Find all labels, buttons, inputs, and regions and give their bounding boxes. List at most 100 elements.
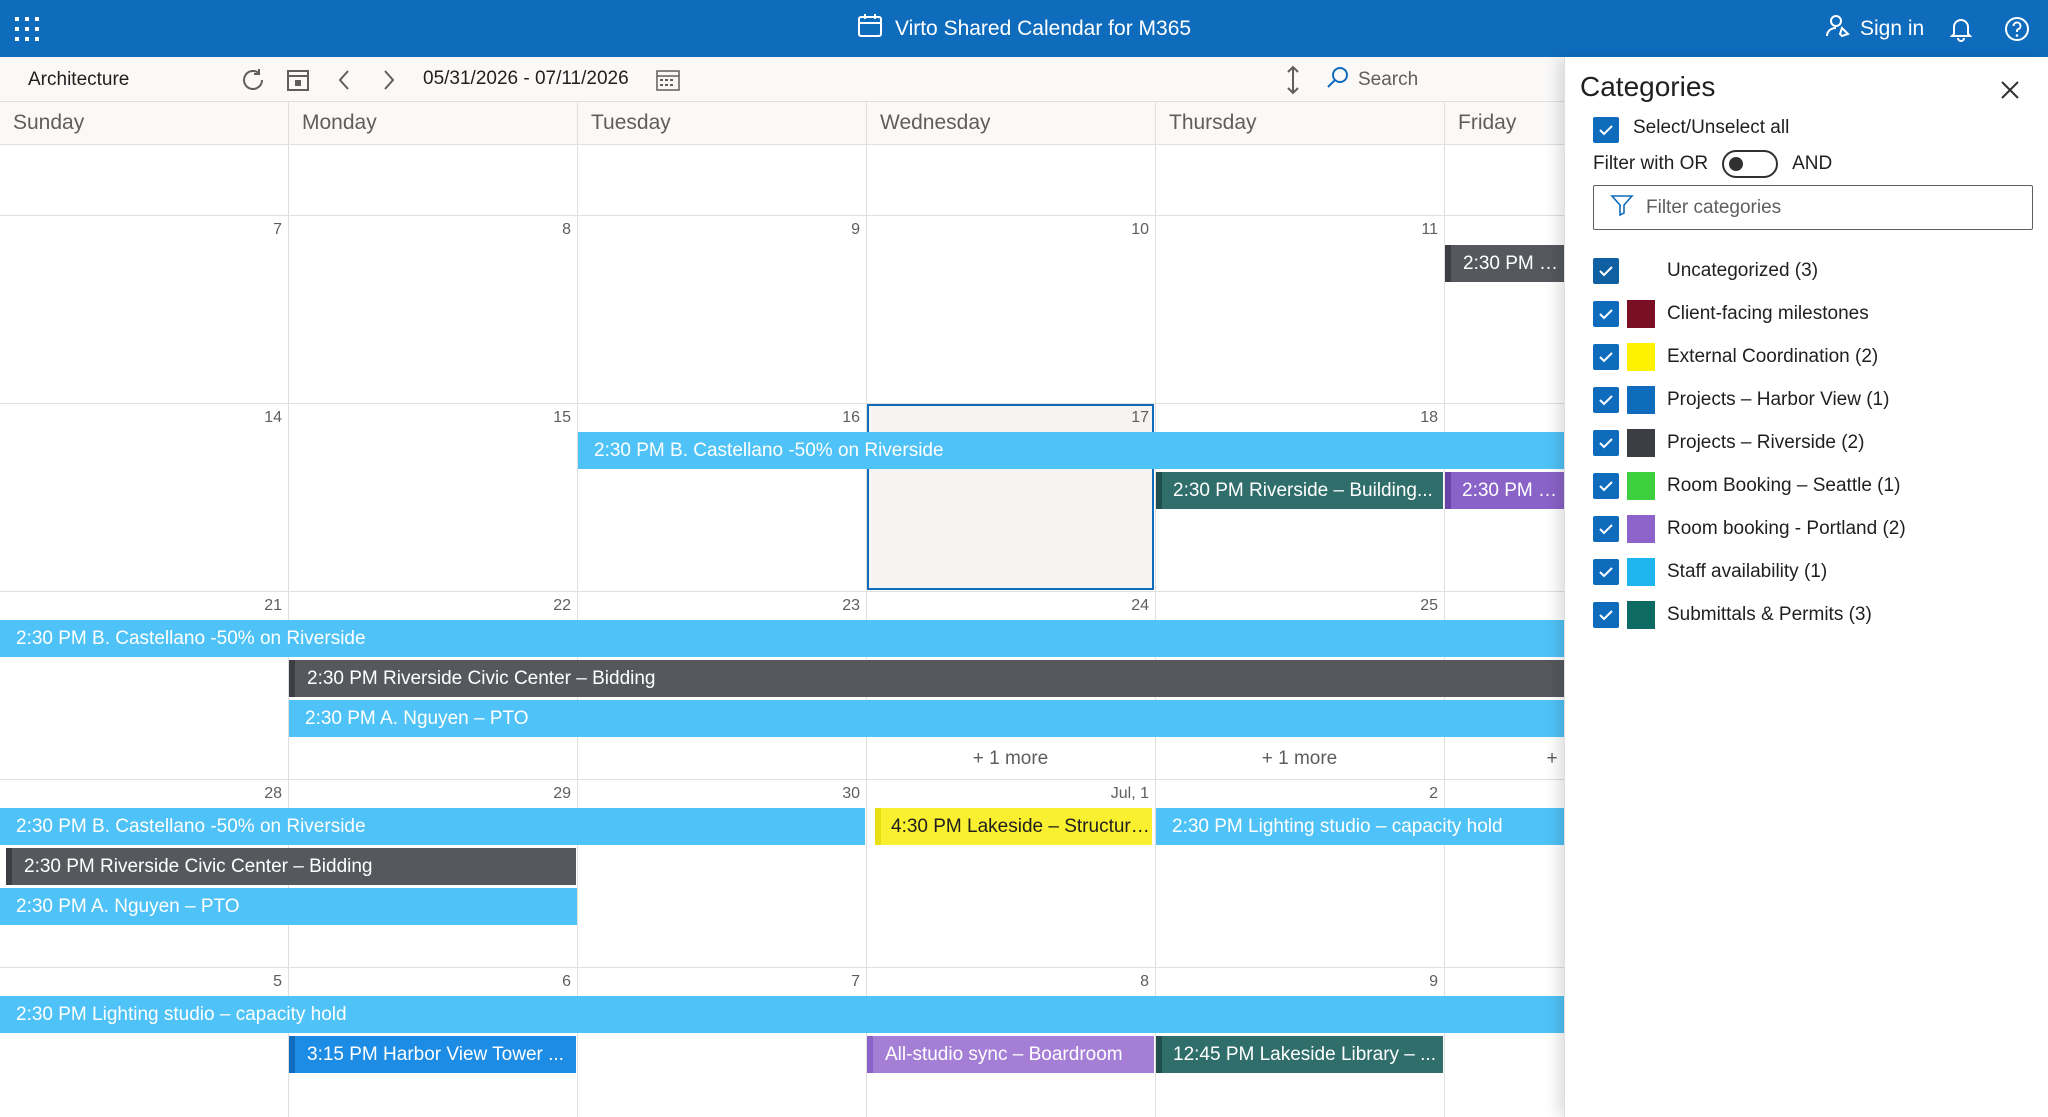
date-number: 18 <box>1420 409 1438 426</box>
bell-icon[interactable] <box>1949 16 1973 47</box>
category-checkbox[interactable] <box>1593 258 1619 284</box>
date-range[interactable]: 05/31/2026 - 07/11/2026 <box>423 68 629 90</box>
date-number: 16 <box>842 409 860 426</box>
event-bar[interactable]: 4:30 PM Lakeside – Structura... <box>875 808 1152 845</box>
category-item[interactable]: Projects – Riverside (2) <box>1593 429 1864 457</box>
category-checkbox[interactable] <box>1593 516 1619 542</box>
more-events-link[interactable]: + 1 more <box>1156 748 1443 770</box>
date-number: 9 <box>851 221 860 238</box>
more-events-link[interactable]: + <box>1540 748 1564 770</box>
category-checkbox[interactable] <box>1593 473 1619 499</box>
today-icon[interactable] <box>284 66 312 94</box>
category-swatch <box>1627 343 1655 371</box>
week-divider <box>0 967 1564 968</box>
event-bar[interactable]: 2:30 PM Lighting studio – capacity hold <box>0 996 1564 1033</box>
date-number: 21 <box>264 597 282 614</box>
date-number: 29 <box>553 785 571 802</box>
date-number: 7 <box>851 973 860 990</box>
date-number: 11 <box>1421 221 1438 238</box>
event-bar[interactable]: 2:30 PM Riverside – Building... <box>1156 472 1443 509</box>
event-bar[interactable]: 2:30 PM Client-facing milestones <box>1445 472 1564 509</box>
event-bar[interactable]: 2:30 PM B. Castellano -50% on Riverside <box>0 620 1564 657</box>
day-header-tuesday: Tuesday <box>577 102 866 145</box>
filter-mode-toggle[interactable] <box>1722 150 1779 178</box>
category-label: Projects – Harbor View (1) <box>1667 389 1890 410</box>
filter-categories-input[interactable]: Filter categories <box>1593 185 2033 230</box>
help-icon[interactable] <box>2004 16 2030 47</box>
week-divider <box>0 215 1564 216</box>
event-bar[interactable]: 2:30 PM A. Nguyen – PTO <box>289 700 1564 737</box>
event-bar[interactable]: 2:30 PM B. Castellano -50% on Riverside <box>578 432 1564 469</box>
more-events-link[interactable]: + 1 more <box>867 748 1154 770</box>
category-item[interactable]: Room booking - Portland (2) <box>1593 515 1906 543</box>
date-number: 9 <box>1429 973 1438 990</box>
category-swatch <box>1627 429 1655 457</box>
event-bar[interactable]: 2:30 PM B. Castellano -50% on Riverside <box>0 808 865 845</box>
category-checkbox[interactable] <box>1593 301 1619 327</box>
category-label: Room booking - Portland (2) <box>1667 518 1906 539</box>
date-number: 15 <box>553 409 571 426</box>
category-label: Uncategorized (3) <box>1667 260 1819 281</box>
category-checkbox[interactable] <box>1593 344 1619 370</box>
event-bar[interactable]: 2:30 PM Riverside Civic Center – Bidding <box>1445 245 1564 282</box>
date-number: 14 <box>264 409 282 426</box>
category-item[interactable]: Room Booking – Seattle (1) <box>1593 472 1900 500</box>
category-item[interactable]: Projects – Harbor View (1) <box>1593 386 1889 414</box>
date-number: 6 <box>562 973 571 990</box>
sign-in-label: Sign in <box>1860 16 1925 40</box>
event-bar[interactable]: 2:30 PM A. Nguyen – PTO <box>0 888 577 925</box>
category-swatch <box>1627 257 1655 285</box>
category-checkbox[interactable] <box>1593 559 1619 585</box>
category-checkbox[interactable] <box>1593 430 1619 456</box>
date-number: 5 <box>273 973 282 990</box>
select-all-checkbox[interactable] <box>1593 117 1619 143</box>
category-item[interactable]: Submittals & Permits (3) <box>1593 601 1872 629</box>
select-all-label: Select/Unselect all <box>1633 117 1790 138</box>
event-bar[interactable]: 2:30 PM Riverside Civic Center – Bidding <box>6 848 576 885</box>
event-bar[interactable]: 12:45 PM Lakeside Library – ... <box>1156 1036 1443 1073</box>
close-icon[interactable] <box>1997 77 2023 103</box>
event-bar[interactable]: All-studio sync – Boardroom <box>867 1036 1154 1073</box>
date-number: 7 <box>273 221 282 238</box>
refresh-icon[interactable] <box>239 66 267 94</box>
filter-icon <box>1610 193 1634 223</box>
app-title-area: Virto Shared Calendar for M365 <box>0 0 2048 57</box>
category-label: Submittals & Permits (3) <box>1667 604 1872 625</box>
search-box[interactable]: Search <box>1326 65 1418 95</box>
category-label: Staff availability (1) <box>1667 561 1828 582</box>
category-item[interactable]: Uncategorized (3) <box>1593 257 1818 285</box>
expand-vertical-icon[interactable] <box>1279 65 1307 95</box>
category-swatch <box>1627 515 1655 543</box>
category-label: Client-facing milestones <box>1667 303 1869 324</box>
calendar-toolbar: Architecture 05/31/2026 - 07/11/2026 Sea… <box>0 57 1564 102</box>
event-bar[interactable]: 2:30 PM Lighting studio – capacity hold <box>1156 808 1564 845</box>
date-number: 28 <box>264 785 282 802</box>
category-item[interactable]: Client-facing milestones <box>1593 300 1869 328</box>
view-name[interactable]: Architecture <box>28 69 129 91</box>
date-number: 24 <box>1131 597 1149 614</box>
category-item[interactable]: Staff availability (1) <box>1593 558 1827 586</box>
toggle-knob <box>1729 157 1744 171</box>
week-divider <box>0 403 1564 404</box>
app-header: Virto Shared Calendar for M365 Sign in <box>0 0 2048 57</box>
panel-title: Categories <box>1580 71 1716 102</box>
categories-panel: Categories Select/Unselect all Filter wi… <box>1564 57 2048 1117</box>
day-header-sunday: Sunday <box>0 102 289 145</box>
chevron-left-icon[interactable] <box>330 66 358 94</box>
chevron-right-icon[interactable] <box>375 66 403 94</box>
search-icon <box>1326 65 1350 95</box>
date-number: 23 <box>842 597 860 614</box>
event-bar[interactable]: 3:15 PM Harbor View Tower ... <box>289 1036 576 1073</box>
search-placeholder: Search <box>1358 69 1419 90</box>
category-swatch <box>1627 558 1655 586</box>
date-picker-icon[interactable] <box>654 66 682 94</box>
filter-or-label: Filter with OR <box>1593 153 1709 174</box>
category-checkbox[interactable] <box>1593 387 1619 413</box>
category-item[interactable]: External Coordination (2) <box>1593 343 1878 371</box>
category-swatch <box>1627 386 1655 414</box>
category-label: Projects – Riverside (2) <box>1667 432 1865 453</box>
category-checkbox[interactable] <box>1593 602 1619 628</box>
date-number: 22 <box>553 597 571 614</box>
event-bar[interactable]: 2:30 PM Riverside Civic Center – Bidding <box>289 660 1564 697</box>
sign-in-button[interactable]: Sign in <box>1826 0 1924 57</box>
